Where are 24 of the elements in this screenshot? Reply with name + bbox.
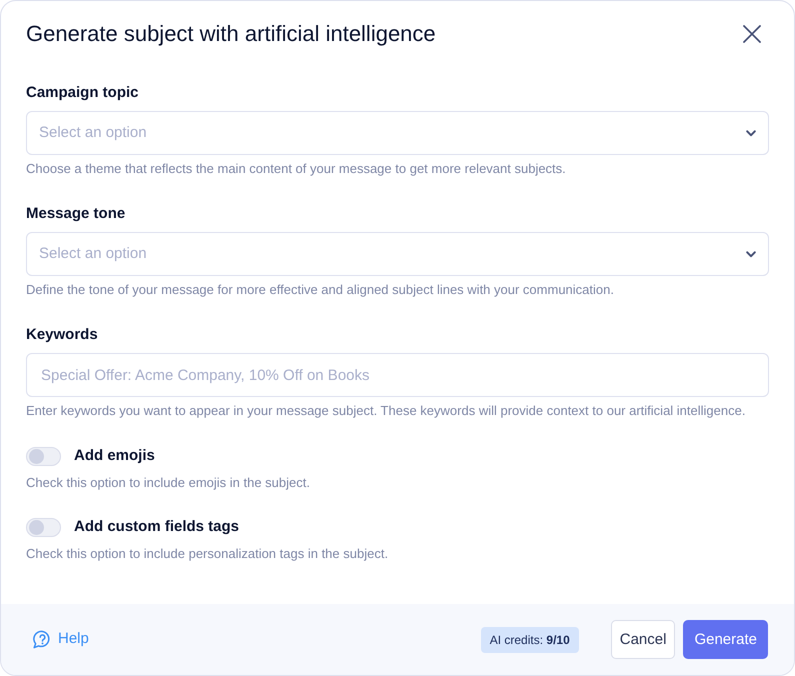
ai-credits-badge: AI credits: 9/10 [480,626,579,652]
toggle-switch[interactable] [26,446,61,466]
field-help-text: Define the tone of your message for more effective and aligned subject lines with your communication. [26,282,615,298]
help-link[interactable]: Help [33,628,89,651]
field-label: Keywords [26,325,99,345]
chevron-down-icon [746,250,756,258]
text-input-field[interactable]: Special Offer: Acme Company, 10% Off on Books [26,353,769,397]
primary-button[interactable]: Generate [683,620,768,659]
toggle-help-text: Check this option to include personalization tags in the subject. [26,546,390,562]
select-field[interactable]: Select an option [26,232,769,276]
field-help-text: Enter keywords you want to appear in your message subject. These keywords will provide context to our artificial intelligence. [26,403,746,419]
secondary-button[interactable]: Cancel [610,620,676,659]
close-icon[interactable] [743,24,761,42]
select-field[interactable]: Select an option [26,111,769,155]
field-help-text: Choose a theme that reflects the main content of your message to get more relevant subjects. [26,161,567,177]
help-bubble-icon [33,630,52,649]
dialog-title: Generate subject with artificial intelligence [26,20,436,47]
field-label: Campaign topic [26,83,140,103]
field-label: Message tone [26,204,126,224]
toggle-label: Add custom fields tags [74,517,240,537]
toggle-switch[interactable] [26,518,61,536]
chevron-down-icon [746,130,756,136]
toggle-label: Add emojis [74,446,155,466]
toggle-help-text: Check this option to include emojis in the subject. [26,475,311,491]
